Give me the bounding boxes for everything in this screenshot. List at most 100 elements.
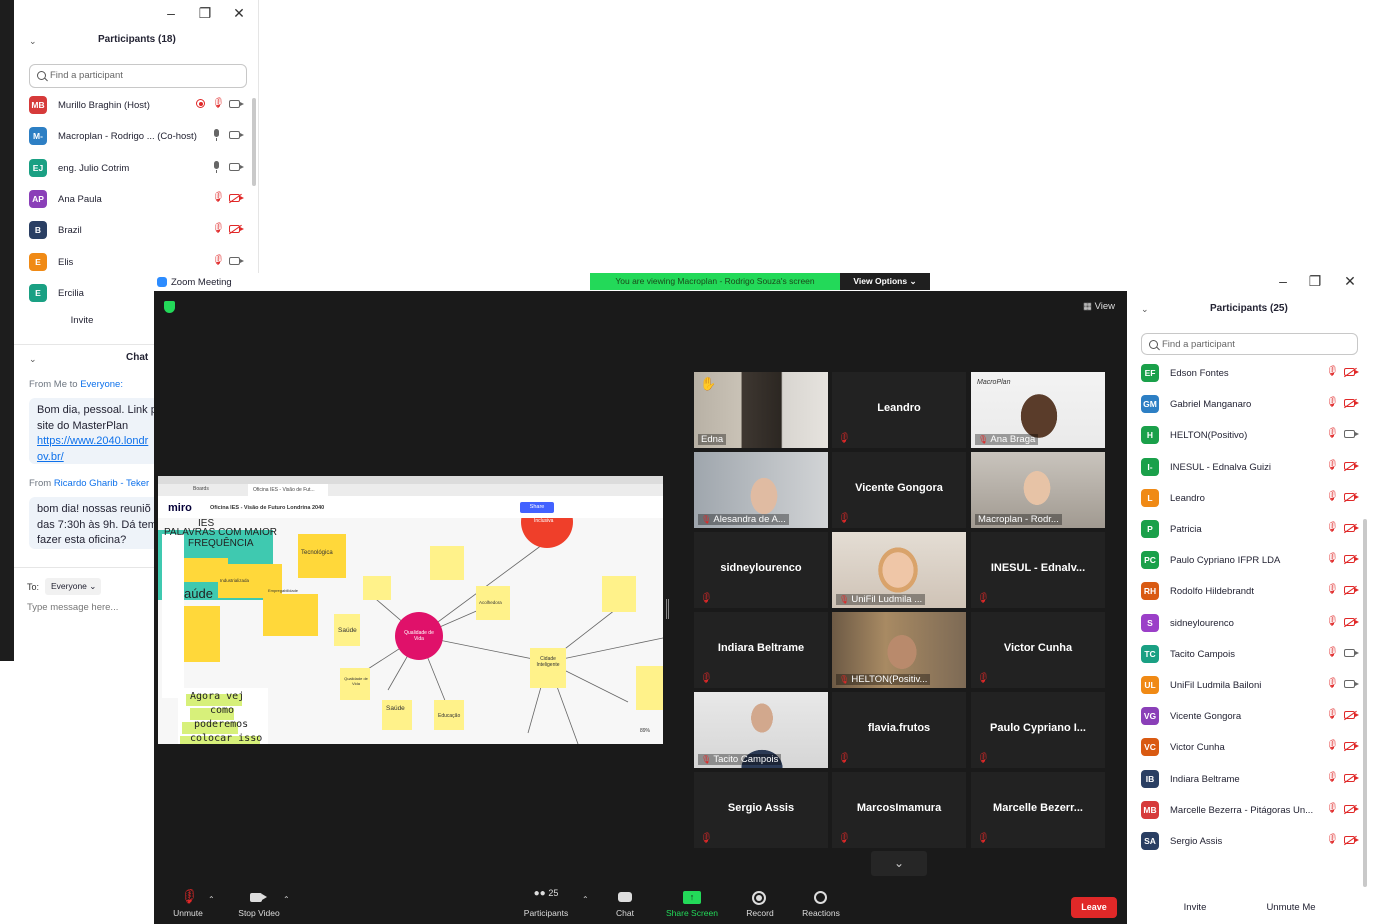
board-text: aúde [184,586,213,601]
participant-row[interactable]: Ssidneylourenco 🎙 [1141,608,1361,639]
participant-row[interactable]: L Leandro 🎙 [1141,483,1361,514]
video-tile[interactable]: 🎙 Tacito Campois [694,692,828,768]
audio-options-caret[interactable]: ⌃ [208,895,215,904]
video-tile[interactable]: Paulo Cypriano I... 🎙 [971,692,1105,768]
participant-scrollbar[interactable] [1363,519,1367,887]
collapse-participants-icon[interactable]: ⌄ [29,36,37,47]
shared-screen[interactable]: Boards Oficina IES - Visão de Fut... mir… [158,476,663,744]
gallery-scroll-down-button[interactable]: ⌄ [871,851,927,876]
participant-row[interactable]: M- Macroplan - Rodrigo ... (Co-host) [29,121,247,152]
participant-row[interactable]: GM Gabriel Manganaro 🎙 [1141,389,1361,420]
microphone-muted-icon: 🎙 [1325,397,1338,409]
encryption-shield-icon[interactable] [164,301,175,313]
participant-scrollbar[interactable] [252,98,256,186]
participant-name: Victor Cunha [1170,742,1225,754]
participant-name: Indiara Beltrame [717,642,805,654]
search-icon [1149,340,1158,349]
video-tile[interactable]: Macroplan - Rodr... [971,452,1105,528]
close-button[interactable]: ✕ [224,2,254,24]
participant-row[interactable]: IB Indiara Beltrame 🎙 [1141,764,1361,795]
video-tile[interactable]: Indiara Beltrame 🎙 [694,612,828,688]
avatar: SA [1141,832,1159,850]
participant-search-input[interactable]: Find a participant [1141,333,1358,355]
avatar: S [1141,613,1159,632]
video-options-caret[interactable]: ⌃ [283,895,290,904]
collapse-participants-icon[interactable]: ⌄ [1141,304,1149,315]
close-button[interactable]: ✕ [1335,270,1365,292]
participant-name-label: 🎙 HELTON(Positiv... [836,674,931,685]
participants-options-caret[interactable]: ⌃ [582,895,589,904]
participant-row[interactable]: VC Victor Cunha 🎙 [1141,732,1361,763]
video-tile[interactable]: Leandro 🎙 [832,372,966,448]
view-button[interactable]: ▦ View [1083,301,1115,312]
chat-message-input[interactable]: Type message here... [27,602,118,613]
participant-name: Vicente Gongora [855,482,943,494]
participant-name: Vicente Gongora [1170,711,1242,723]
participant-row[interactable]: RH Rodolfo Hildebrandt 🎙 [1141,576,1361,607]
center-node: Qualidade de Vida [404,630,434,642]
participant-name: Paulo Cypriano IFPR LDA [1170,555,1281,567]
leave-button[interactable]: Leave [1071,897,1117,918]
avatar: GM [1141,395,1159,414]
participant-row[interactable]: H HELTON(Positivo) 🎙 [1141,420,1361,451]
participant-row[interactable]: TC Tacito Campois 🎙 [1141,639,1361,670]
unmute-me-button[interactable]: Unmute Me [1260,898,1322,918]
participant-row[interactable]: SA Sergio Assis 🎙 [1141,826,1361,857]
video-tile[interactable]: Vicente Gongora 🎙 [832,452,966,528]
video-tile[interactable]: MacroPlan 🎙 Ana Braga [971,372,1105,448]
video-tile[interactable]: Sergio Assis 🎙 [694,772,828,848]
chat-recipient-dropdown[interactable]: Everyone ⌄ [45,578,101,595]
minimize-button[interactable]: – [1268,270,1298,292]
participant-row[interactable]: MB Marcelle Bezerra - Pitágoras Un... 🎙 [1141,795,1361,826]
stop-video-button[interactable]: Stop Video [229,888,289,918]
collapse-chat-icon[interactable]: ⌄ [29,354,37,365]
video-tile[interactable]: ✋ Edna [694,372,828,448]
chat-link[interactable]: https://www.2040.londr [37,435,148,447]
participant-row[interactable]: P Patricia 🎙 [1141,514,1361,545]
view-options-button[interactable]: View Options ⌄ [840,273,930,290]
video-camera-off-icon [1344,492,1359,501]
video-camera-icon [229,100,244,108]
avatar: M- [29,127,47,146]
participant-row[interactable]: UL UniFil Ludmila Bailoni 🎙 [1141,670,1361,701]
chat-link[interactable]: ov.br/ [37,451,64,463]
share-screen-button[interactable]: ↑ Share Screen [662,888,722,918]
microphone-muted-icon: 🎙 [1325,834,1338,845]
participant-row[interactable]: I- INESUL - Ednalva Guizi 🎙 [1141,452,1361,483]
video-tile[interactable]: 🎙 UniFil Ludmila ... [832,532,966,608]
restore-button[interactable]: ❐ [190,2,220,24]
avatar: TC [1141,644,1159,663]
invite-button[interactable]: Invite [1175,898,1215,918]
microphone-icon [211,160,221,174]
video-tile[interactable]: sidneylourenco 🎙 [694,532,828,608]
participant-row[interactable]: EJ eng. Julio Cotrim [29,153,247,184]
video-tile[interactable]: MarcosImamura 🎙 [832,772,966,848]
participants-button[interactable]: ●● 25 Participants [516,888,576,918]
record-button[interactable]: Record [730,888,790,918]
participant-name: Ana Paula [58,193,102,205]
participant-row[interactable]: B Brazil 🎙 [29,215,247,246]
reactions-button[interactable]: Reactions [791,888,851,918]
restore-button[interactable]: ❐ [1300,270,1330,292]
video-tile[interactable]: flavia.frutos 🎙 [832,692,966,768]
participant-row[interactable]: VG Vicente Gongora 🎙 [1141,701,1361,732]
video-tile[interactable]: Marcelle Bezerr... 🎙 [971,772,1105,848]
minimize-button[interactable]: – [156,2,186,24]
video-camera-off-icon [1344,617,1359,626]
participant-row[interactable]: MB Murillo Braghin (Host) 🎙 [29,90,247,121]
video-tile[interactable]: Victor Cunha 🎙 [971,612,1105,688]
participant-row[interactable]: PC Paulo Cypriano IFPR LDA 🎙 [1141,545,1361,576]
microphone-icon [211,129,221,142]
video-camera-off-icon [1344,461,1359,470]
sticky-note: Empregabilidade [268,588,299,593]
video-tile[interactable]: 🎙 Alesandra de A... [694,452,828,528]
video-tile[interactable]: INESUL - Ednalv... 🎙 [971,532,1105,608]
participant-row[interactable]: AP Ana Paula 🎙 [29,184,247,215]
invite-button[interactable]: Invite [64,311,100,331]
chat-button[interactable]: Chat [595,888,655,918]
participant-search-input[interactable]: Find a participant [29,64,247,88]
split-resize-handle[interactable] [666,599,669,619]
video-tile[interactable]: 🎙 HELTON(Positiv... [832,612,966,688]
participant-row[interactable]: EF Edson Fontes 🎙 [1141,358,1361,389]
microphone-muted-icon: 🎙 [837,433,850,444]
